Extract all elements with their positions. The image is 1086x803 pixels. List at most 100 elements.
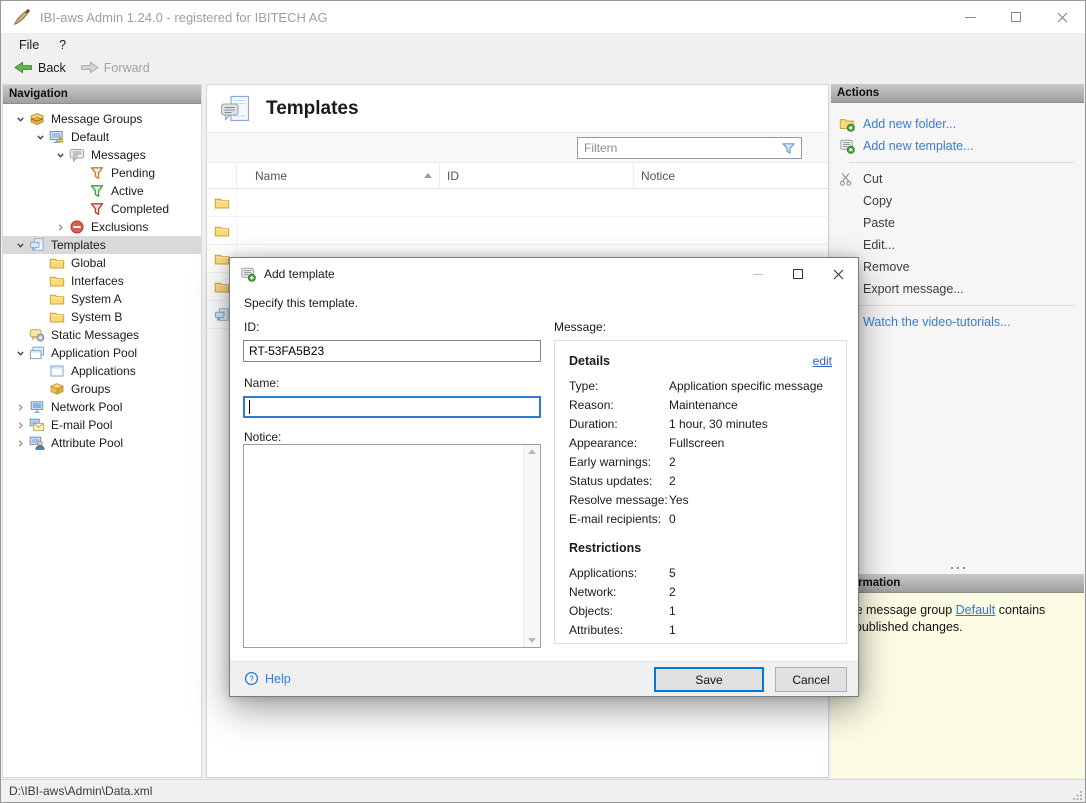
nav-item-global[interactable]: Global — [3, 254, 201, 272]
restrictions-heading: Restrictions — [569, 541, 642, 555]
chevron-right-icon[interactable] — [11, 403, 29, 412]
nav-item-label: Messages — [91, 148, 146, 162]
nav-item-application-pool[interactable]: Application Pool — [3, 344, 201, 362]
chevron-down-icon[interactable] — [11, 241, 29, 250]
detail-row: Objects: 1 — [569, 601, 832, 620]
nav-item-pending[interactable]: Pending — [3, 164, 201, 182]
action-edit[interactable]: Edit... — [831, 234, 1084, 256]
detail-value: 2 — [669, 473, 676, 488]
nav-item-network-pool[interactable]: Network Pool — [3, 398, 201, 416]
minimize-button[interactable] — [947, 1, 993, 33]
detail-value: 2 — [669, 584, 676, 599]
action-copy[interactable]: Copy — [831, 190, 1084, 212]
notice-textarea[interactable] — [243, 444, 541, 648]
detail-row: Resolve message: Yes — [569, 490, 832, 509]
nav-item-label: Applications — [71, 364, 136, 378]
table-row[interactable] — [207, 217, 828, 245]
nav-item-message-groups[interactable]: Message Groups — [3, 110, 201, 128]
action-cut[interactable]: Cut — [831, 168, 1084, 190]
nav-item-system-b[interactable]: System B — [3, 308, 201, 326]
funnel-red-icon — [89, 201, 105, 217]
action-export-message[interactable]: Export message... — [831, 278, 1084, 300]
notice-scrollbar[interactable] — [523, 445, 540, 647]
forward-label: Forward — [103, 60, 150, 75]
nav-item-default[interactable]: Default — [3, 128, 201, 146]
chevron-right-icon[interactable] — [51, 223, 69, 232]
chevron-down-icon[interactable] — [31, 133, 49, 142]
dialog-close-button[interactable] — [818, 258, 858, 290]
detail-row: Attributes: 1 — [569, 620, 832, 639]
scroll-down-icon[interactable] — [528, 638, 536, 643]
add-template-icon — [839, 138, 855, 154]
nav-item-attribute-pool[interactable]: Attribute Pool — [3, 434, 201, 452]
forward-button[interactable]: Forward — [73, 56, 157, 79]
maximize-button[interactable] — [993, 1, 1039, 33]
filter-input[interactable] — [578, 138, 781, 158]
forward-arrow-icon — [80, 60, 99, 75]
nav-item-messages[interactable]: Messages — [3, 146, 201, 164]
nav-item-interfaces[interactable]: Interfaces — [3, 272, 201, 290]
column-name[interactable]: Name — [237, 163, 440, 188]
chevron-right-icon[interactable] — [11, 439, 29, 448]
filter-box — [577, 137, 802, 159]
edit-link[interactable]: edit — [813, 354, 832, 368]
nav-item-active[interactable]: Active — [3, 182, 201, 200]
action-add-new-template[interactable]: Add new template... — [831, 135, 1084, 157]
funnel-green-icon — [89, 183, 105, 199]
menu-bar: File ? — [1, 33, 1085, 56]
icon-spacer — [839, 237, 855, 253]
resize-grip[interactable] — [1073, 790, 1083, 800]
detail-key: Type: — [569, 378, 599, 393]
nav-item-groups[interactable]: Groups — [3, 380, 201, 398]
actions-header: Actions — [831, 84, 1084, 103]
detail-row: Network: 2 — [569, 582, 832, 601]
action-paste[interactable]: Paste — [831, 212, 1084, 234]
column-id[interactable]: ID — [440, 163, 634, 188]
row-icon-cell — [207, 217, 237, 244]
action-label: Remove — [863, 260, 910, 274]
help-link[interactable]: ? Help — [244, 671, 291, 686]
action-watch-the-video-tutorials[interactable]: Watch the video-tutorials... — [831, 311, 1084, 333]
detail-row: Type: Application specific message — [569, 376, 832, 395]
default-group-link[interactable]: Default — [956, 603, 996, 617]
nav-item-system-a[interactable]: System A — [3, 290, 201, 308]
detail-row: Status updates: 2 — [569, 471, 832, 490]
chevron-down-icon[interactable] — [11, 349, 29, 358]
nav-item-label: Application Pool — [51, 346, 138, 360]
nav-item-static-messages[interactable]: Static Messages — [3, 326, 201, 344]
nav-item-templates[interactable]: Templates — [3, 236, 201, 254]
column-name-label: Name — [255, 168, 288, 183]
menu-file[interactable]: File — [9, 33, 49, 56]
folder-icon — [214, 195, 230, 211]
navigation-tree: Message Groups Default Messages Pending Acti… — [3, 104, 201, 452]
add-template-icon — [240, 266, 256, 282]
detail-key: Appearance: — [569, 435, 638, 450]
id-input[interactable] — [243, 340, 541, 362]
table-row[interactable] — [207, 189, 828, 217]
chevron-down-icon[interactable] — [51, 151, 69, 160]
action-remove[interactable]: Remove — [831, 256, 1084, 278]
nav-item-exclusions[interactable]: Exclusions — [3, 218, 201, 236]
nav-item-e-mail-pool[interactable]: E-mail Pool — [3, 416, 201, 434]
filter-funnel-icon[interactable] — [781, 141, 796, 156]
panel-splitter-grip[interactable] — [831, 565, 1084, 571]
back-button[interactable]: Back — [7, 56, 73, 79]
chevron-right-icon[interactable] — [11, 421, 29, 430]
column-notice[interactable]: Notice — [634, 163, 828, 188]
navigation-header: Navigation — [3, 85, 201, 104]
save-button[interactable]: Save — [654, 667, 764, 692]
name-input[interactable] — [243, 396, 541, 418]
details-rows: Type: Application specific message Reason:… — [569, 376, 832, 528]
nav-item-completed[interactable]: Completed — [3, 200, 201, 218]
scroll-up-icon[interactable] — [528, 449, 536, 454]
close-button[interactable] — [1039, 1, 1085, 33]
column-notice-label: Notice — [641, 168, 676, 183]
detail-row: Reason: Maintenance — [569, 395, 832, 414]
action-add-new-folder[interactable]: Add new folder... — [831, 113, 1084, 135]
menu-help[interactable]: ? — [49, 33, 76, 56]
cancel-button[interactable]: Cancel — [775, 667, 847, 692]
nav-item-applications[interactable]: Applications — [3, 362, 201, 380]
dialog-maximize-button[interactable] — [778, 258, 818, 290]
message-summary-box: Details edit Type: Application specific m… — [554, 340, 847, 644]
chevron-down-icon[interactable] — [11, 115, 29, 124]
